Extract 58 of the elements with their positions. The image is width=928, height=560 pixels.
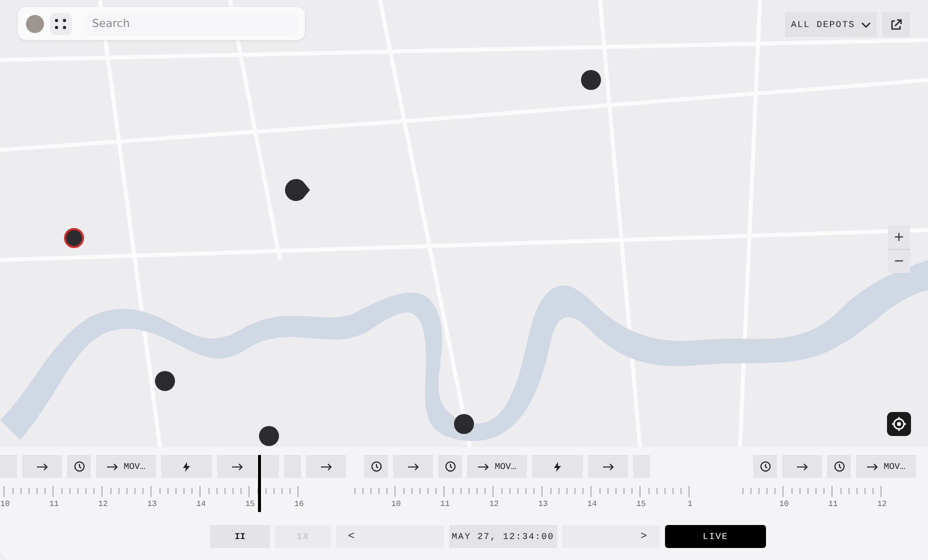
hour-label: 12 xyxy=(97,500,109,509)
arrow-right-icon xyxy=(36,462,48,470)
hour-label: 1 xyxy=(686,500,694,509)
move-event[interactable]: MOV… xyxy=(467,455,527,478)
hour-label: 10 xyxy=(390,500,402,509)
clock-icon xyxy=(444,461,456,472)
wait-event[interactable] xyxy=(753,455,777,478)
clock-icon xyxy=(760,461,770,472)
next-button[interactable]: > xyxy=(562,525,660,548)
move-event[interactable]: MOV… xyxy=(856,455,916,478)
chevron-down-icon xyxy=(861,22,871,28)
search-field[interactable]: Search xyxy=(84,12,297,36)
locate-icon xyxy=(892,417,906,431)
hour-label: 11 xyxy=(827,500,839,509)
hour-label: 14 xyxy=(586,500,598,509)
hour-label: 10 xyxy=(778,500,790,509)
external-link-icon xyxy=(890,19,902,30)
arrow-right-icon xyxy=(602,462,614,470)
wait-event[interactable] xyxy=(438,455,462,478)
move-event[interactable]: MOV… xyxy=(96,455,156,478)
external-link-button[interactable] xyxy=(882,12,910,37)
wait-event[interactable] xyxy=(364,455,388,478)
hour-label: 11 xyxy=(48,500,60,509)
avatar[interactable] xyxy=(26,14,44,32)
arrow-right-icon xyxy=(408,462,418,470)
hour-label: 15 xyxy=(244,500,256,509)
bolt-icon xyxy=(183,462,190,472)
clock-icon xyxy=(834,461,844,472)
zoom-in-button[interactable]: + xyxy=(888,225,910,249)
pause-button[interactable]: II xyxy=(210,525,270,548)
arrow-right-icon xyxy=(320,462,332,470)
bolt-icon xyxy=(554,462,561,472)
hour-label: 10 xyxy=(0,500,11,509)
grid-icon[interactable] xyxy=(50,12,72,34)
arrow-right-icon xyxy=(866,462,878,470)
locate-button[interactable] xyxy=(887,412,911,436)
clock-icon xyxy=(370,461,382,472)
hour-label: 12 xyxy=(488,500,500,509)
heading-marker[interactable] xyxy=(285,179,310,201)
wait-event[interactable] xyxy=(67,455,91,478)
hour-label: 14 xyxy=(195,500,207,509)
live-button[interactable]: LIVE xyxy=(665,525,766,548)
depot-dropdown[interactable]: ALL DEPOTS xyxy=(785,12,877,37)
clock-icon xyxy=(74,461,84,472)
hour-label: 12 xyxy=(876,500,888,509)
current-time: MAY 27, 12:34:00 xyxy=(449,525,557,548)
zoom-out-button[interactable]: − xyxy=(888,249,910,273)
arrow-right-icon xyxy=(478,462,489,470)
hour-label: 16 xyxy=(293,500,305,509)
arrow-right-icon xyxy=(232,462,242,470)
arrow-right-icon xyxy=(106,462,118,470)
hour-label: 13 xyxy=(146,500,158,509)
hour-label: 11 xyxy=(439,500,451,509)
hour-label: 15 xyxy=(635,500,647,509)
arrow-right-icon xyxy=(796,462,808,470)
previous-button[interactable]: < xyxy=(336,525,444,548)
wait-event[interactable] xyxy=(827,455,851,478)
hour-label: 13 xyxy=(537,500,549,509)
